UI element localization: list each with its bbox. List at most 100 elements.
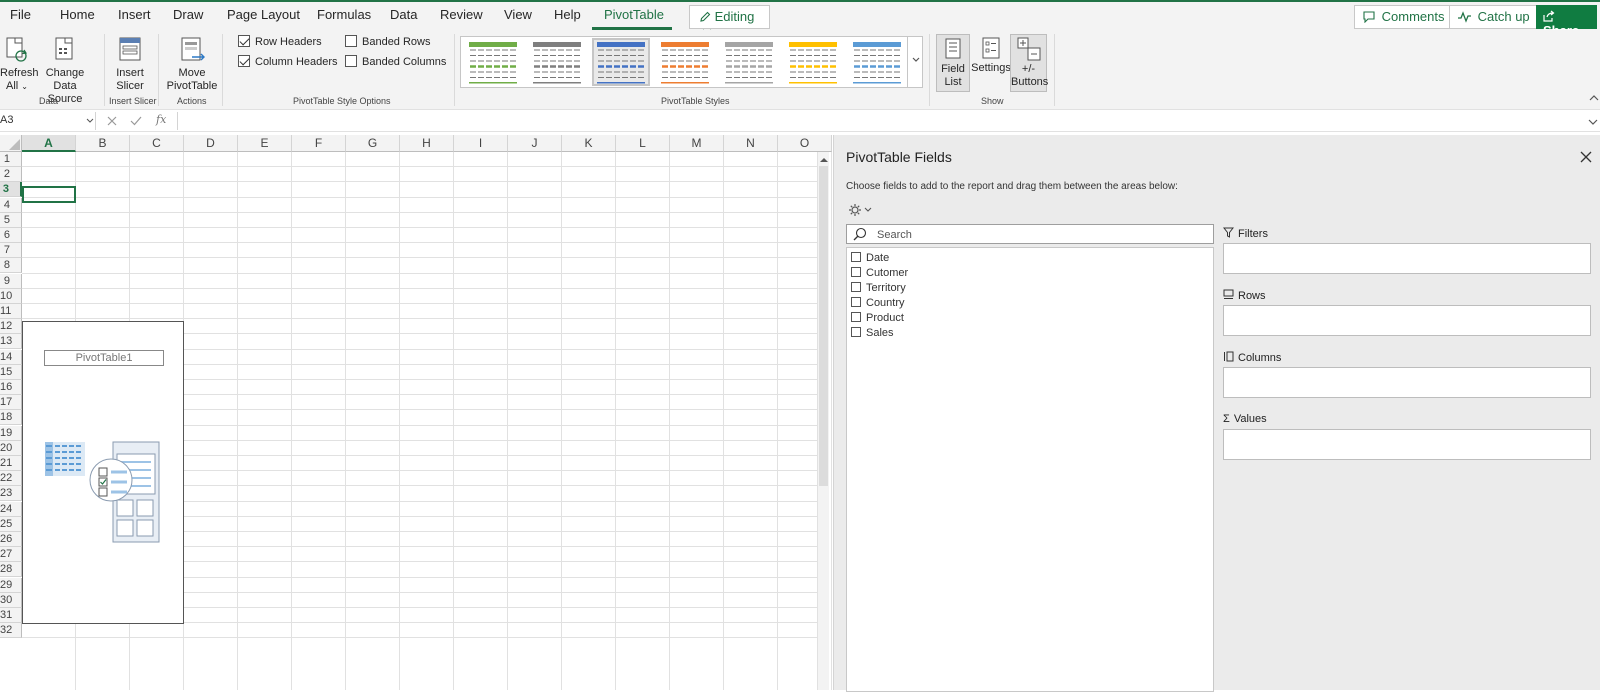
- expand-formula-bar-icon[interactable]: [1588, 118, 1598, 126]
- row-header-23[interactable]: 23: [0, 486, 22, 502]
- row-header-5[interactable]: 5: [0, 212, 22, 228]
- comments-button[interactable]: Comments: [1354, 5, 1454, 29]
- settings-button[interactable]: Settings: [971, 36, 1011, 75]
- row-header-31[interactable]: 31: [0, 608, 22, 623]
- field-item-date[interactable]: Date: [851, 252, 889, 264]
- row-header-16[interactable]: 16: [0, 380, 22, 395]
- buttons-toggle[interactable]: +/- Buttons: [1010, 34, 1048, 92]
- field-item-sales[interactable]: Sales: [851, 327, 894, 339]
- refresh-all-button[interactable]: Refresh All ⌄: [0, 35, 39, 93]
- row-header-24[interactable]: 24: [0, 501, 22, 517]
- row-header-7[interactable]: 7: [0, 243, 22, 259]
- enter-check-icon[interactable]: [130, 115, 142, 127]
- tab-insert[interactable]: Insert: [118, 7, 151, 22]
- field-search-input[interactable]: Search: [846, 224, 1214, 244]
- tab-view[interactable]: View: [504, 7, 532, 22]
- field-item-territory[interactable]: Territory: [851, 282, 906, 294]
- column-header-o[interactable]: O: [778, 135, 832, 152]
- column-header-j[interactable]: J: [508, 135, 562, 152]
- tab-data[interactable]: Data: [390, 7, 417, 22]
- field-item-cutomer[interactable]: Cutomer: [851, 267, 908, 279]
- row-header-32[interactable]: 32: [0, 623, 22, 639]
- column-header-g[interactable]: G: [346, 135, 400, 152]
- catch-up-button[interactable]: Catch up: [1449, 5, 1539, 29]
- row-header-15[interactable]: 15: [0, 364, 22, 380]
- tab-draw[interactable]: Draw: [173, 7, 203, 22]
- row-header-12[interactable]: 12: [0, 319, 22, 335]
- close-icon[interactable]: [1579, 150, 1593, 164]
- gallery-more-button[interactable]: [907, 36, 923, 88]
- field-item-country[interactable]: Country: [851, 297, 905, 309]
- pivot-style-1[interactable]: [466, 40, 520, 84]
- pivot-style-7[interactable]: [850, 40, 904, 84]
- cancel-icon[interactable]: [106, 115, 118, 127]
- row-header-14[interactable]: 14: [0, 349, 22, 365]
- row-header-20[interactable]: 20: [0, 440, 22, 456]
- row-headers-checkbox[interactable]: Row Headers: [238, 35, 322, 48]
- row-header-13[interactable]: 13: [0, 334, 22, 350]
- tab-page-layout[interactable]: Page Layout: [227, 7, 300, 22]
- column-header-m[interactable]: M: [670, 135, 724, 152]
- column-header-e[interactable]: E: [238, 135, 292, 152]
- column-header-n[interactable]: N: [724, 135, 778, 152]
- row-header-25[interactable]: 25: [0, 516, 22, 532]
- column-header-l[interactable]: L: [616, 135, 670, 152]
- name-box[interactable]: A3: [0, 112, 96, 130]
- row-header-8[interactable]: 8: [0, 258, 22, 274]
- active-cell[interactable]: [22, 186, 76, 203]
- row-header-6[interactable]: 6: [0, 228, 22, 243]
- scroll-up-icon[interactable]: [819, 156, 829, 164]
- row-header-11[interactable]: 11: [0, 304, 22, 319]
- row-header-9[interactable]: 9: [0, 273, 22, 289]
- row-header-18[interactable]: 18: [0, 410, 22, 426]
- column-header-c[interactable]: C: [130, 135, 184, 152]
- column-header-h[interactable]: H: [400, 135, 454, 152]
- row-header-2[interactable]: 2: [0, 167, 22, 183]
- pivot-style-2[interactable]: [530, 40, 584, 84]
- pivot-style-3[interactable]: [592, 38, 650, 86]
- banded-columns-checkbox[interactable]: Banded Columns: [345, 55, 446, 68]
- collapse-ribbon-icon[interactable]: [1589, 94, 1599, 102]
- row-header-3[interactable]: 3: [0, 182, 22, 198]
- move-pivottable-button[interactable]: Move PivotTable: [164, 35, 220, 93]
- column-header-d[interactable]: D: [184, 135, 238, 152]
- tab-review[interactable]: Review: [440, 7, 483, 22]
- rows-drop-area[interactable]: [1223, 305, 1591, 336]
- tab-formulas[interactable]: Formulas: [317, 7, 371, 22]
- column-header-i[interactable]: I: [454, 135, 508, 152]
- filters-drop-area[interactable]: [1223, 243, 1591, 274]
- pivottable-placeholder[interactable]: PivotTable1: [22, 321, 184, 624]
- field-list-button[interactable]: Field List: [936, 34, 970, 92]
- row-header-22[interactable]: 22: [0, 471, 22, 487]
- values-drop-area[interactable]: [1223, 429, 1591, 460]
- banded-rows-checkbox[interactable]: Banded Rows: [345, 35, 431, 48]
- worksheet-grid[interactable]: ABCDEFGHIJKLMNO 1 2 3 4 5 6 7 8 9 10 11 12 13 14 15 16 1…: [0, 135, 833, 690]
- column-header-f[interactable]: F: [292, 135, 346, 152]
- editing-mode-button[interactable]: Editing: [689, 5, 770, 35]
- gear-icon[interactable]: [848, 203, 874, 217]
- pivot-style-6[interactable]: [786, 40, 840, 84]
- row-header-27[interactable]: 27: [0, 547, 22, 563]
- row-header-30[interactable]: 30: [0, 592, 22, 608]
- insert-function-button[interactable]: fx: [156, 113, 166, 126]
- row-header-28[interactable]: 28: [0, 562, 22, 578]
- row-header-21[interactable]: 21: [0, 456, 22, 471]
- row-header-1[interactable]: 1: [0, 152, 22, 167]
- column-header-a[interactable]: A: [22, 135, 76, 152]
- columns-drop-area[interactable]: [1223, 367, 1591, 398]
- tab-home[interactable]: Home: [60, 7, 95, 22]
- row-header-26[interactable]: 26: [0, 532, 22, 547]
- row-header-10[interactable]: 10: [0, 288, 22, 304]
- formula-input[interactable]: [177, 112, 1587, 130]
- insert-slicer-button[interactable]: Insert Slicer: [110, 35, 150, 93]
- row-header-4[interactable]: 4: [0, 197, 22, 213]
- tab-pivottable[interactable]: PivotTable: [604, 7, 664, 22]
- row-header-19[interactable]: 19: [0, 425, 22, 441]
- pivot-style-4[interactable]: [658, 40, 712, 84]
- row-header-17[interactable]: 17: [0, 395, 22, 411]
- tab-help[interactable]: Help: [554, 7, 581, 22]
- share-button[interactable]: Share: [1536, 5, 1597, 38]
- column-headers-checkbox[interactable]: Column Headers: [238, 55, 338, 68]
- column-header-k[interactable]: K: [562, 135, 616, 152]
- scrollbar-thumb[interactable]: [819, 166, 828, 486]
